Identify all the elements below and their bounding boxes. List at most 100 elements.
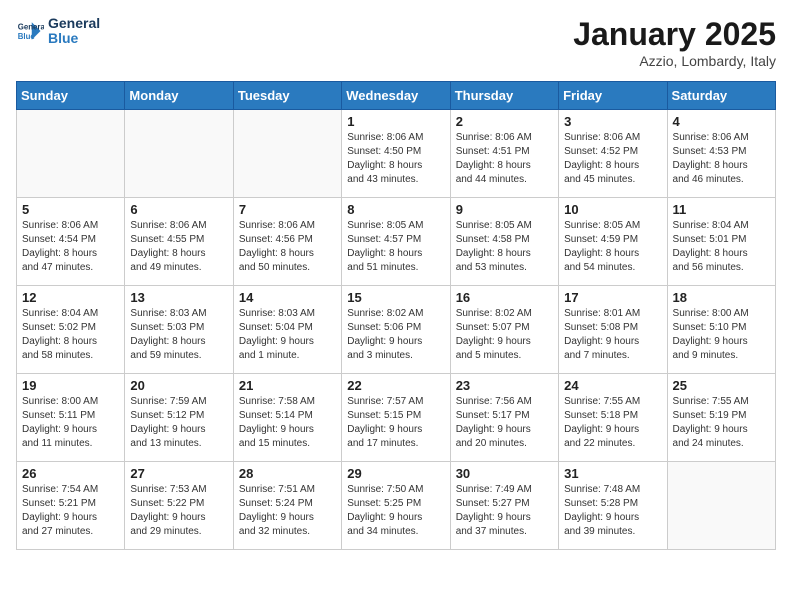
day-number: 8 <box>347 202 444 217</box>
day-info: Sunrise: 7:49 AM Sunset: 5:27 PM Dayligh… <box>456 483 553 539</box>
day-number: 20 <box>130 378 227 393</box>
calendar-cell: 2 Sunrise: 8:06 AM Sunset: 4:51 PM Daylig… <box>450 110 558 198</box>
calendar-cell: 20 Sunrise: 7:59 AM Sunset: 5:12 PM Dayli… <box>125 374 233 462</box>
calendar-cell: 12Sunrise: 8:04 AM Sunset: 5:02 PM Dayli… <box>17 286 125 374</box>
calendar-cell: 23 Sunrise: 7:56 AM Sunset: 5:17 PM Dayli… <box>450 374 558 462</box>
day-info: Sunrise: 8:06 AM Sunset: 4:52 PM Dayligh… <box>564 131 661 187</box>
calendar-cell: 8 Sunrise: 8:05 AM Sunset: 4:57 PM Daylig… <box>342 198 450 286</box>
calendar-cell <box>17 110 125 198</box>
calendar-cell: 18 Sunrise: 8:00 AM Sunset: 5:10 PM Dayli… <box>667 286 775 374</box>
day-info: Sunrise: 8:05 AM Sunset: 4:59 PM Dayligh… <box>564 219 661 275</box>
weekday-header-wednesday: Wednesday <box>342 82 450 110</box>
calendar-cell: 1Sunrise: 8:06 AM Sunset: 4:50 PM Daylig… <box>342 110 450 198</box>
day-info: Sunrise: 7:55 AM Sunset: 5:18 PM Dayligh… <box>564 395 661 451</box>
day-number: 29 <box>347 466 444 481</box>
day-info: Sunrise: 8:06 AM Sunset: 4:56 PM Dayligh… <box>239 219 336 275</box>
day-number: 21 <box>239 378 336 393</box>
calendar-cell: 27 Sunrise: 7:53 AM Sunset: 5:22 PM Dayli… <box>125 462 233 550</box>
weekday-header-sunday: Sunday <box>17 82 125 110</box>
calendar-cell: 6 Sunrise: 8:06 AM Sunset: 4:55 PM Daylig… <box>125 198 233 286</box>
calendar-cell: 13 Sunrise: 8:03 AM Sunset: 5:03 PM Dayli… <box>125 286 233 374</box>
month-title: January 2025 <box>573 16 776 53</box>
day-number: 5 <box>22 202 119 217</box>
logo: General Blue General Blue <box>16 16 100 47</box>
calendar-cell: 17Sunrise: 8:01 AM Sunset: 5:08 PM Dayli… <box>559 286 667 374</box>
calendar-cell: 31 Sunrise: 7:48 AM Sunset: 5:28 PM Dayli… <box>559 462 667 550</box>
day-number: 11 <box>673 202 770 217</box>
day-info: Sunrise: 7:50 AM Sunset: 5:25 PM Dayligh… <box>347 483 444 539</box>
day-number: 26 <box>22 466 119 481</box>
day-info: Sunrise: 8:03 AM Sunset: 5:04 PM Dayligh… <box>239 307 336 363</box>
day-info: Sunrise: 8:04 AM Sunset: 5:01 PM Dayligh… <box>673 219 770 275</box>
svg-text:Blue: Blue <box>18 32 36 41</box>
day-number: 6 <box>130 202 227 217</box>
location-subtitle: Azzio, Lombardy, Italy <box>573 53 776 69</box>
day-number: 27 <box>130 466 227 481</box>
day-number: 2 <box>456 114 553 129</box>
calendar-cell: 10 Sunrise: 8:05 AM Sunset: 4:59 PM Dayli… <box>559 198 667 286</box>
day-number: 23 <box>456 378 553 393</box>
day-number: 19 <box>22 378 119 393</box>
calendar-cell: 21 Sunrise: 7:58 AM Sunset: 5:14 PM Dayli… <box>233 374 341 462</box>
calendar-cell: 19 Sunrise: 8:00 AM Sunset: 5:11 PM Dayli… <box>17 374 125 462</box>
calendar-cell: 11 Sunrise: 8:04 AM Sunset: 5:01 PM Dayli… <box>667 198 775 286</box>
calendar-cell <box>667 462 775 550</box>
day-number: 10 <box>564 202 661 217</box>
calendar-cell: 9 Sunrise: 8:05 AM Sunset: 4:58 PM Daylig… <box>450 198 558 286</box>
day-number: 14 <box>239 290 336 305</box>
day-info: Sunrise: 7:53 AM Sunset: 5:22 PM Dayligh… <box>130 483 227 539</box>
day-info: Sunrise: 8:00 AM Sunset: 5:10 PM Dayligh… <box>673 307 770 363</box>
day-info: Sunrise: 8:06 AM Sunset: 4:55 PM Dayligh… <box>130 219 227 275</box>
calendar-cell: 16Sunrise: 8:02 AM Sunset: 5:07 PM Dayli… <box>450 286 558 374</box>
day-info: Sunrise: 8:03 AM Sunset: 5:03 PM Dayligh… <box>130 307 227 363</box>
calendar-table: SundayMondayTuesdayWednesdayThursdayFrid… <box>16 81 776 550</box>
day-info: Sunrise: 8:06 AM Sunset: 4:51 PM Dayligh… <box>456 131 553 187</box>
calendar-cell: 4 Sunrise: 8:06 AM Sunset: 4:53 PM Daylig… <box>667 110 775 198</box>
day-number: 22 <box>347 378 444 393</box>
day-number: 4 <box>673 114 770 129</box>
page-header: General Blue General Blue January 2025 A… <box>16 16 776 69</box>
day-number: 13 <box>130 290 227 305</box>
calendar-cell: 3Sunrise: 8:06 AM Sunset: 4:52 PM Daylig… <box>559 110 667 198</box>
logo-blue: Blue <box>48 31 100 46</box>
day-info: Sunrise: 7:55 AM Sunset: 5:19 PM Dayligh… <box>673 395 770 451</box>
day-number: 7 <box>239 202 336 217</box>
calendar-cell: 29 Sunrise: 7:50 AM Sunset: 5:25 PM Dayli… <box>342 462 450 550</box>
weekday-header-friday: Friday <box>559 82 667 110</box>
day-number: 9 <box>456 202 553 217</box>
day-info: Sunrise: 7:59 AM Sunset: 5:12 PM Dayligh… <box>130 395 227 451</box>
calendar-cell: 24Sunrise: 7:55 AM Sunset: 5:18 PM Dayli… <box>559 374 667 462</box>
day-info: Sunrise: 8:06 AM Sunset: 4:53 PM Dayligh… <box>673 131 770 187</box>
calendar-cell: 26 Sunrise: 7:54 AM Sunset: 5:21 PM Dayli… <box>17 462 125 550</box>
day-info: Sunrise: 7:51 AM Sunset: 5:24 PM Dayligh… <box>239 483 336 539</box>
svg-text:General: General <box>18 23 44 32</box>
week-row-3: 12Sunrise: 8:04 AM Sunset: 5:02 PM Dayli… <box>17 286 776 374</box>
day-info: Sunrise: 7:58 AM Sunset: 5:14 PM Dayligh… <box>239 395 336 451</box>
calendar-cell: 7 Sunrise: 8:06 AM Sunset: 4:56 PM Daylig… <box>233 198 341 286</box>
day-info: Sunrise: 8:01 AM Sunset: 5:08 PM Dayligh… <box>564 307 661 363</box>
day-info: Sunrise: 7:48 AM Sunset: 5:28 PM Dayligh… <box>564 483 661 539</box>
weekday-header-saturday: Saturday <box>667 82 775 110</box>
day-info: Sunrise: 7:54 AM Sunset: 5:21 PM Dayligh… <box>22 483 119 539</box>
day-number: 31 <box>564 466 661 481</box>
day-number: 12 <box>22 290 119 305</box>
calendar-cell: 25 Sunrise: 7:55 AM Sunset: 5:19 PM Dayli… <box>667 374 775 462</box>
day-info: Sunrise: 8:00 AM Sunset: 5:11 PM Dayligh… <box>22 395 119 451</box>
calendar-cell: 5Sunrise: 8:06 AM Sunset: 4:54 PM Daylig… <box>17 198 125 286</box>
day-info: Sunrise: 8:05 AM Sunset: 4:57 PM Dayligh… <box>347 219 444 275</box>
day-number: 25 <box>673 378 770 393</box>
day-info: Sunrise: 8:05 AM Sunset: 4:58 PM Dayligh… <box>456 219 553 275</box>
day-info: Sunrise: 8:02 AM Sunset: 5:07 PM Dayligh… <box>456 307 553 363</box>
week-row-5: 26 Sunrise: 7:54 AM Sunset: 5:21 PM Dayli… <box>17 462 776 550</box>
day-number: 1 <box>347 114 444 129</box>
calendar-cell: 14 Sunrise: 8:03 AM Sunset: 5:04 PM Dayli… <box>233 286 341 374</box>
calendar-cell: 22Sunrise: 7:57 AM Sunset: 5:15 PM Dayli… <box>342 374 450 462</box>
day-number: 18 <box>673 290 770 305</box>
calendar-cell <box>233 110 341 198</box>
day-info: Sunrise: 8:02 AM Sunset: 5:06 PM Dayligh… <box>347 307 444 363</box>
week-row-1: 1Sunrise: 8:06 AM Sunset: 4:50 PM Daylig… <box>17 110 776 198</box>
day-info: Sunrise: 7:56 AM Sunset: 5:17 PM Dayligh… <box>456 395 553 451</box>
weekday-header-tuesday: Tuesday <box>233 82 341 110</box>
weekday-header-row: SundayMondayTuesdayWednesdayThursdayFrid… <box>17 82 776 110</box>
week-row-2: 5Sunrise: 8:06 AM Sunset: 4:54 PM Daylig… <box>17 198 776 286</box>
